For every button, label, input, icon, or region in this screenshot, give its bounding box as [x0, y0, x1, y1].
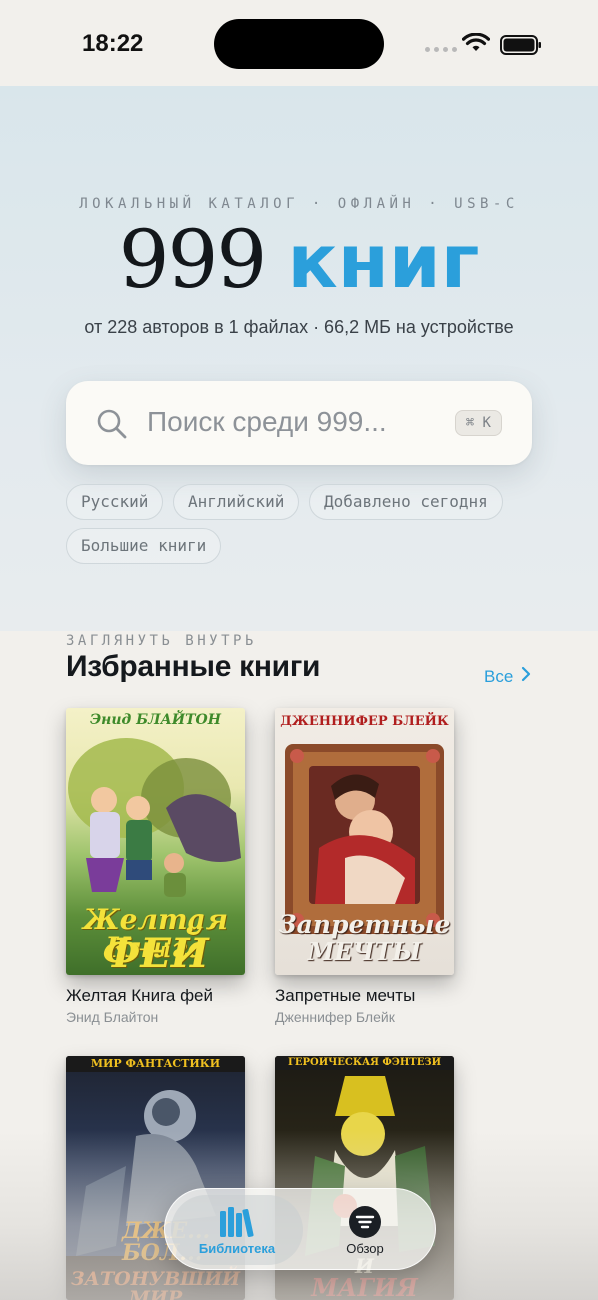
- tab-bar: Библиотека Обзор: [164, 1188, 436, 1270]
- tab-browse[interactable]: Обзор: [299, 1195, 431, 1265]
- cover-title-line2: ФЕЙ: [102, 930, 209, 975]
- dynamic-island: [214, 19, 384, 69]
- search-bar[interactable]: Поиск среди 999... ⌘ K: [66, 381, 532, 465]
- cellular-signal-icon: [425, 47, 457, 52]
- filter-chip-added-today[interactable]: Добавлено сегодня: [309, 484, 503, 520]
- book-cover[interactable]: Энид БЛАЙТОН Желтая Книга ФЕЙ: [66, 708, 245, 975]
- section-title: Избранные книги: [66, 650, 321, 683]
- book-cover[interactable]: ДЖЕННИФЕР БЛЕЙК Запретные МЕЧТЫ: [275, 708, 454, 975]
- see-all-link[interactable]: Все: [484, 666, 531, 687]
- cover-series: ГЕРОИЧЕСКАЯ ФЭНТЕЗИ: [287, 1057, 442, 1068]
- book-title: Запретные мечты: [275, 986, 416, 1005]
- tab-library-label: Библиотека: [198, 1241, 276, 1256]
- tab-library[interactable]: Библиотека: [171, 1195, 303, 1265]
- tab-browse-label: Обзор: [346, 1241, 384, 1256]
- cover-author: ДЖЕННИФЕР БЛЕЙК: [280, 714, 449, 729]
- hero-title: 999 книг: [0, 212, 598, 310]
- keyboard-shortcut-badge: ⌘ K: [454, 410, 502, 436]
- cover-title-line2: МЕЧТЫ: [307, 937, 422, 966]
- see-all-label: Все: [484, 666, 514, 686]
- chevron-right-icon: [521, 666, 531, 687]
- book-author: Энид Блайтон: [66, 1009, 159, 1025]
- cover-series: МИР ФАНТАСТИКИ: [90, 1057, 221, 1070]
- wifi-icon: [461, 32, 491, 58]
- filter-chip-english[interactable]: Английский: [173, 484, 300, 520]
- library-books-icon: [218, 1205, 256, 1244]
- hero-eyebrow: ЛОКАЛЬНЫЙ КАТАЛОГ · ОФЛАЙН · USB-C: [79, 196, 519, 212]
- status-bar: 18:22: [0, 0, 598, 86]
- cover-author: Энид БЛАЙТОН: [90, 712, 221, 728]
- hero-subtitle: от 228 авторов в 1 файлах · 66,2 МБ на у…: [84, 317, 514, 337]
- book-count-unit: книг: [287, 219, 480, 305]
- filter-chip-big-books[interactable]: Большие книги: [66, 528, 222, 564]
- cover-title-line2: МАГИЯ: [311, 1273, 418, 1300]
- book-title: Желтая Книга фей: [66, 986, 214, 1005]
- section-eyebrow: ЗАГЛЯНУТЬ ВНУТРЬ: [66, 633, 257, 649]
- cover-title-line1: Запретные: [278, 910, 451, 939]
- filter-chip-russian[interactable]: Русский: [66, 484, 164, 520]
- search-input[interactable]: Поиск среди 999...: [147, 406, 387, 438]
- cover-title: ЗАТОНУВШИЙ МИР: [70, 1268, 241, 1300]
- battery-icon: [500, 35, 542, 60]
- book-count: 999: [118, 213, 268, 306]
- search-icon: [96, 408, 128, 445]
- book-author: Дженнифер Блейк: [275, 1009, 395, 1025]
- browse-filter-icon: [348, 1205, 382, 1244]
- status-time: 18:22: [82, 30, 144, 57]
